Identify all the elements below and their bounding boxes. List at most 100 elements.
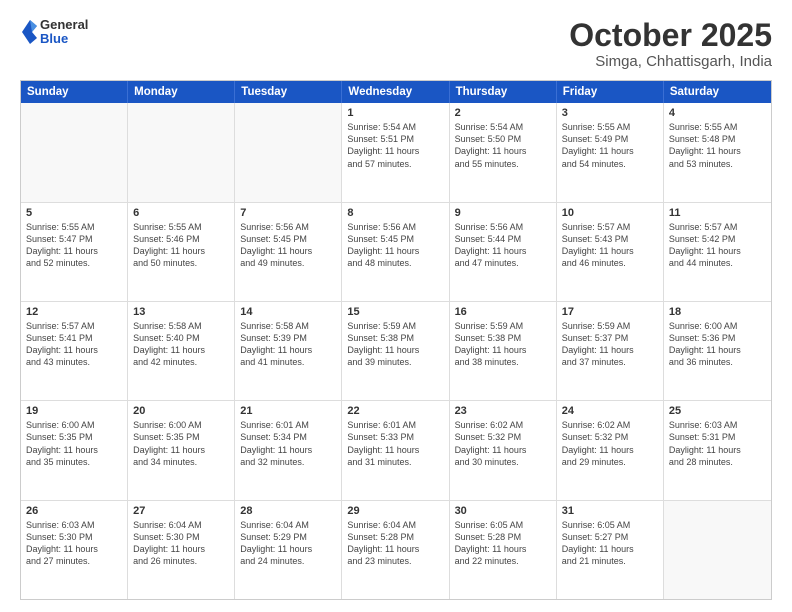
day-number: 21 — [240, 405, 336, 417]
calendar-day-4: 4 Sunrise: 5:55 AMSunset: 5:48 PMDaylight… — [664, 103, 771, 201]
day-number: 11 — [669, 207, 766, 219]
location-subtitle: Simga, Chhattisgarh, India — [569, 53, 772, 70]
day-number: 25 — [669, 405, 766, 417]
logo-graphic-icon — [20, 18, 38, 46]
day-number: 6 — [133, 207, 229, 219]
calendar-day-25: 25 Sunrise: 6:03 AMSunset: 5:31 PMDayligh… — [664, 401, 771, 499]
day-number: 24 — [562, 405, 658, 417]
calendar-day-31: 31 Sunrise: 6:05 AMSunset: 5:27 PMDayligh… — [557, 501, 664, 599]
calendar-day-26: 26 Sunrise: 6:03 AMSunset: 5:30 PMDayligh… — [21, 501, 128, 599]
day-of-week-saturday: Saturday — [664, 81, 771, 103]
day-number: 20 — [133, 405, 229, 417]
title-block: October 2025 Simga, Chhattisgarh, India — [569, 18, 772, 70]
day-of-week-thursday: Thursday — [450, 81, 557, 103]
day-number: 5 — [26, 207, 122, 219]
day-info: Sunrise: 5:57 AMSunset: 5:43 PMDaylight:… — [562, 221, 658, 270]
day-info: Sunrise: 5:59 AMSunset: 5:38 PMDaylight:… — [347, 320, 443, 369]
day-info: Sunrise: 6:05 AMSunset: 5:28 PMDaylight:… — [455, 519, 551, 568]
day-of-week-monday: Monday — [128, 81, 235, 103]
day-number: 13 — [133, 306, 229, 318]
day-info: Sunrise: 6:05 AMSunset: 5:27 PMDaylight:… — [562, 519, 658, 568]
day-number: 8 — [347, 207, 443, 219]
day-number: 23 — [455, 405, 551, 417]
day-number: 7 — [240, 207, 336, 219]
day-info: Sunrise: 6:01 AMSunset: 5:34 PMDaylight:… — [240, 419, 336, 468]
day-of-week-friday: Friday — [557, 81, 664, 103]
day-number: 31 — [562, 505, 658, 517]
day-info: Sunrise: 5:56 AMSunset: 5:45 PMDaylight:… — [240, 221, 336, 270]
day-number: 19 — [26, 405, 122, 417]
logo-blue: Blue — [40, 32, 88, 46]
calendar-day-23: 23 Sunrise: 6:02 AMSunset: 5:32 PMDayligh… — [450, 401, 557, 499]
day-info: Sunrise: 6:00 AMSunset: 5:35 PMDaylight:… — [133, 419, 229, 468]
calendar-day-21: 21 Sunrise: 6:01 AMSunset: 5:34 PMDayligh… — [235, 401, 342, 499]
day-number: 10 — [562, 207, 658, 219]
calendar-day-11: 11 Sunrise: 5:57 AMSunset: 5:42 PMDayligh… — [664, 203, 771, 301]
page: General Blue October 2025 Simga, Chhatti… — [0, 0, 792, 612]
calendar-day-10: 10 Sunrise: 5:57 AMSunset: 5:43 PMDayligh… — [557, 203, 664, 301]
day-info: Sunrise: 5:57 AMSunset: 5:42 PMDaylight:… — [669, 221, 766, 270]
day-info: Sunrise: 5:56 AMSunset: 5:45 PMDaylight:… — [347, 221, 443, 270]
day-number: 4 — [669, 107, 766, 119]
day-info: Sunrise: 6:02 AMSunset: 5:32 PMDaylight:… — [455, 419, 551, 468]
calendar-empty-cell — [664, 501, 771, 599]
day-info: Sunrise: 5:55 AMSunset: 5:49 PMDaylight:… — [562, 121, 658, 170]
day-info: Sunrise: 5:55 AMSunset: 5:47 PMDaylight:… — [26, 221, 122, 270]
calendar-day-28: 28Sunrise: 6:04 AMSunset: 5:29 PMDayligh… — [235, 501, 342, 599]
day-info: Sunrise: 5:55 AMSunset: 5:48 PMDaylight:… — [669, 121, 766, 170]
day-info: Sunrise: 5:56 AMSunset: 5:44 PMDaylight:… — [455, 221, 551, 270]
day-of-week-wednesday: Wednesday — [342, 81, 449, 103]
calendar-empty-cell — [235, 103, 342, 201]
calendar-day-18: 18 Sunrise: 6:00 AMSunset: 5:36 PMDayligh… — [664, 302, 771, 400]
day-info: Sunrise: 6:02 AMSunset: 5:32 PMDaylight:… — [562, 419, 658, 468]
calendar-day-14: 14Sunrise: 5:58 AMSunset: 5:39 PMDayligh… — [235, 302, 342, 400]
calendar-day-27: 27Sunrise: 6:04 AMSunset: 5:30 PMDayligh… — [128, 501, 235, 599]
day-info: Sunrise: 5:58 AMSunset: 5:40 PMDaylight:… — [133, 320, 229, 369]
day-info: Sunrise: 6:04 AMSunset: 5:30 PMDaylight:… — [133, 519, 229, 568]
calendar-body: 1 Sunrise: 5:54 AMSunset: 5:51 PMDaylight… — [21, 103, 771, 599]
day-number: 9 — [455, 207, 551, 219]
calendar-day-30: 30 Sunrise: 6:05 AMSunset: 5:28 PMDayligh… — [450, 501, 557, 599]
day-info: Sunrise: 5:54 AMSunset: 5:50 PMDaylight:… — [455, 121, 551, 170]
header: General Blue October 2025 Simga, Chhatti… — [20, 18, 772, 70]
day-number: 16 — [455, 306, 551, 318]
day-number: 12 — [26, 306, 122, 318]
day-of-week-tuesday: Tuesday — [235, 81, 342, 103]
day-info: Sunrise: 6:01 AMSunset: 5:33 PMDaylight:… — [347, 419, 443, 468]
day-info: Sunrise: 6:04 AMSunset: 5:28 PMDaylight:… — [347, 519, 443, 568]
calendar-day-19: 19 Sunrise: 6:00 AMSunset: 5:35 PMDayligh… — [21, 401, 128, 499]
day-number: 1 — [347, 107, 443, 119]
day-info: Sunrise: 5:55 AMSunset: 5:46 PMDaylight:… — [133, 221, 229, 270]
calendar-day-24: 24 Sunrise: 6:02 AMSunset: 5:32 PMDayligh… — [557, 401, 664, 499]
calendar-day-5: 5 Sunrise: 5:55 AMSunset: 5:47 PMDaylight… — [21, 203, 128, 301]
calendar-day-6: 6 Sunrise: 5:55 AMSunset: 5:46 PMDaylight… — [128, 203, 235, 301]
day-info: Sunrise: 5:54 AMSunset: 5:51 PMDaylight:… — [347, 121, 443, 170]
day-info: Sunrise: 6:03 AMSunset: 5:30 PMDaylight:… — [26, 519, 122, 568]
calendar-week-2: 5 Sunrise: 5:55 AMSunset: 5:47 PMDaylight… — [21, 203, 771, 302]
day-number: 26 — [26, 505, 122, 517]
day-number: 18 — [669, 306, 766, 318]
day-info: Sunrise: 6:00 AMSunset: 5:35 PMDaylight:… — [26, 419, 122, 468]
day-info: Sunrise: 6:04 AMSunset: 5:29 PMDaylight:… — [240, 519, 336, 568]
calendar-day-17: 17Sunrise: 5:59 AMSunset: 5:37 PMDayligh… — [557, 302, 664, 400]
logo: General Blue — [20, 18, 88, 47]
calendar-day-9: 9 Sunrise: 5:56 AMSunset: 5:44 PMDaylight… — [450, 203, 557, 301]
calendar-day-20: 20 Sunrise: 6:00 AMSunset: 5:35 PMDayligh… — [128, 401, 235, 499]
calendar-day-15: 15 Sunrise: 5:59 AMSunset: 5:38 PMDayligh… — [342, 302, 449, 400]
day-number: 30 — [455, 505, 551, 517]
calendar-day-7: 7 Sunrise: 5:56 AMSunset: 5:45 PMDaylight… — [235, 203, 342, 301]
calendar: SundayMondayTuesdayWednesdayThursdayFrid… — [20, 80, 772, 600]
day-info: Sunrise: 5:59 AMSunset: 5:37 PMDaylight:… — [562, 320, 658, 369]
day-number: 15 — [347, 306, 443, 318]
calendar-day-13: 13 Sunrise: 5:58 AMSunset: 5:40 PMDayligh… — [128, 302, 235, 400]
calendar-day-8: 8 Sunrise: 5:56 AMSunset: 5:45 PMDaylight… — [342, 203, 449, 301]
calendar-day-12: 12Sunrise: 5:57 AMSunset: 5:41 PMDayligh… — [21, 302, 128, 400]
day-info: Sunrise: 6:00 AMSunset: 5:36 PMDaylight:… — [669, 320, 766, 369]
day-info: Sunrise: 6:03 AMSunset: 5:31 PMDaylight:… — [669, 419, 766, 468]
day-of-week-sunday: Sunday — [21, 81, 128, 103]
calendar-day-2: 2 Sunrise: 5:54 AMSunset: 5:50 PMDaylight… — [450, 103, 557, 201]
calendar-empty-cell — [128, 103, 235, 201]
day-number: 2 — [455, 107, 551, 119]
day-number: 3 — [562, 107, 658, 119]
calendar-day-16: 16Sunrise: 5:59 AMSunset: 5:38 PMDayligh… — [450, 302, 557, 400]
